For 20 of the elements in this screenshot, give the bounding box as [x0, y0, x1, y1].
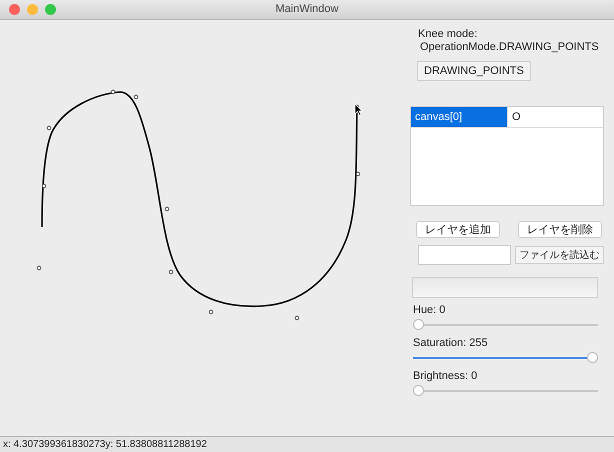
slider-label: Saturation: 255	[413, 337, 489, 350]
status-text: x: 4.307399361830273y: 51.83808811288192	[2, 438, 207, 452]
mode-value: OperationMode.DRAWING_POINTS	[420, 41, 600, 54]
slider-thumb[interactable]	[413, 319, 424, 330]
slider-thumb[interactable]	[413, 385, 424, 396]
mode-button[interactable]: DRAWING_POINTS	[417, 61, 531, 81]
file-path-field[interactable]	[418, 245, 511, 265]
slider-label: Hue: 0	[413, 304, 446, 317]
mode-label: Knee mode:	[418, 28, 478, 41]
window-title: MainWindow	[276, 2, 338, 18]
minimize-button[interactable]	[27, 4, 38, 15]
maximize-button[interactable]	[45, 4, 56, 15]
close-button[interactable]	[9, 4, 20, 15]
load-file-button[interactable]: ファイルを読込む	[515, 246, 604, 264]
table-cell[interactable]: canvas[0]	[411, 107, 508, 127]
layer-button[interactable]: レイヤを削除	[518, 221, 602, 238]
cursor-icon	[354, 103, 363, 116]
slider-label: Brightness: 0	[413, 370, 478, 383]
slider-thumb[interactable]	[587, 352, 598, 363]
layer-button[interactable]: レイヤを追加	[416, 221, 500, 238]
